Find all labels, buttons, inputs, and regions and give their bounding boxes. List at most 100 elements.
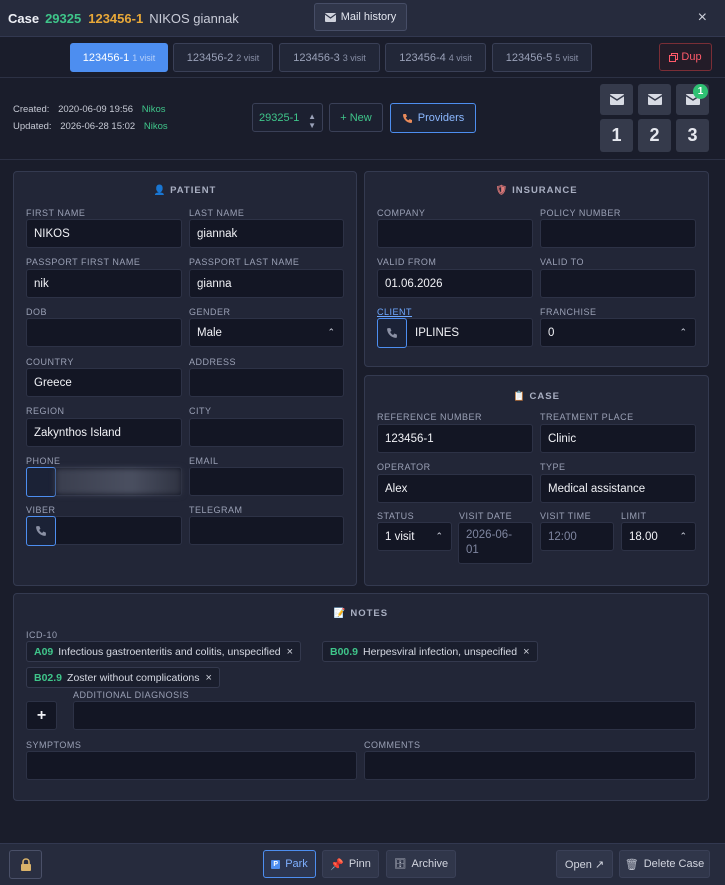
lock-button[interactable] (9, 850, 42, 879)
diagnosis-code: B02.9 (34, 671, 63, 684)
tab-label: 123456-4 (399, 51, 446, 64)
additional-diagnosis-label: ADDITIONAL DIAGNOSIS (73, 690, 190, 700)
case-select[interactable]: 29325-1 ▲ ▼ (252, 103, 323, 132)
mail-button-1[interactable] (600, 84, 633, 115)
pinn-label: Pinn (348, 858, 371, 870)
last-name-input[interactable]: giannak (189, 219, 344, 248)
park-button[interactable]: P Park (263, 850, 316, 878)
franchise-value: 0 (548, 326, 555, 339)
insurance-heading-label: INSURANCE (512, 185, 578, 196)
open-button[interactable]: Open ↗ (556, 850, 613, 878)
dob-input[interactable] (26, 318, 182, 347)
mail-button-2[interactable] (638, 84, 671, 115)
pinn-button[interactable]: 📌 Pinn (322, 850, 379, 878)
number-button-1[interactable]: 1 (600, 119, 633, 152)
address-input[interactable] (189, 368, 344, 397)
region-label: REGION (26, 406, 65, 416)
viber-label: VIBER (26, 505, 56, 515)
tab-visit-4[interactable]: 123456-4 4 visit (385, 43, 486, 72)
mail-icon (609, 94, 624, 105)
created-user: Nikos (141, 104, 166, 115)
company-input[interactable] (377, 219, 533, 248)
diagnosis-chip: B00.9 Herpesviral infection, unspecified… (322, 641, 538, 662)
tab-visit-2[interactable]: 123456-2 2 visit (173, 43, 273, 72)
region-input[interactable]: Zakynthos Island (26, 418, 182, 447)
remove-icon[interactable]: × (287, 646, 293, 658)
limit-input[interactable]: 18.00 ⌃ (621, 522, 696, 551)
visit-time-input[interactable]: 12:00 (540, 522, 614, 551)
archive-button[interactable]: 🗄 Archive (386, 850, 456, 878)
add-diagnosis-button[interactable]: + (26, 701, 57, 730)
phone-redacted (55, 468, 182, 495)
gender-select[interactable]: Male ⌃ (189, 318, 344, 347)
phone-call-button[interactable] (26, 467, 56, 497)
mail-history-button[interactable]: Mail history (314, 3, 407, 31)
telegram-input[interactable] (189, 516, 344, 545)
treatment-label: TREATMENT PLACE (540, 412, 634, 422)
remove-icon[interactable]: × (523, 646, 529, 658)
status-label: STATUS (377, 511, 415, 521)
comments-input[interactable] (364, 751, 696, 780)
delete-case-button[interactable]: 🗑 Delete Case (619, 850, 710, 878)
tab-visit-3[interactable]: 123456-3 3 visit (279, 43, 380, 72)
type-input[interactable]: Medical assistance (540, 474, 696, 503)
country-input[interactable]: Greece (26, 368, 182, 397)
tab-visit-1[interactable]: 123456-1 1 visit (70, 43, 168, 72)
case-select-value: 29325-1 (259, 111, 300, 124)
visit-date-input[interactable]: 2026-06- 01 (458, 522, 533, 564)
email-label: EMAIL (189, 456, 219, 466)
footer-bar: P Park 📌 Pinn 🗄 Archive Open ↗ 🗑 Delete … (0, 843, 725, 885)
policy-input[interactable] (540, 219, 696, 248)
additional-diagnosis-input[interactable] (73, 701, 696, 730)
treatment-input[interactable]: Clinic (540, 424, 696, 453)
passport-first-input[interactable]: nik (26, 269, 182, 298)
case-number: 29325 (45, 10, 82, 26)
first-name-input[interactable]: NIKOS (26, 219, 182, 248)
email-input[interactable] (189, 467, 344, 496)
symptoms-label: SYMPTOMS (26, 740, 82, 750)
number-button-2[interactable]: 2 (638, 119, 671, 152)
phone-icon (402, 113, 412, 123)
number-button-3[interactable]: 3 (676, 119, 709, 152)
reference-input[interactable]: 123456-1 (377, 424, 533, 453)
lock-icon (20, 857, 31, 871)
shield-icon: 🛡 (495, 185, 509, 196)
remove-icon[interactable]: × (206, 672, 212, 684)
duplicate-button[interactable]: Dup (659, 43, 712, 71)
passport-last-input[interactable]: gianna (189, 269, 344, 298)
chevron-updown-icon: ▲ ▼ (308, 112, 316, 130)
title-prefix: Case (8, 10, 40, 26)
tab-label: 123456-5 (505, 51, 553, 64)
diagnosis-chip: A09 Infectious gastroenteritis and colit… (26, 641, 302, 662)
client-call-button[interactable] (377, 318, 407, 348)
comments-label: COMMENTS (364, 740, 421, 750)
providers-button[interactable]: Providers (390, 103, 476, 133)
archive-label: Archive (411, 858, 449, 870)
new-case-button[interactable]: + New (329, 103, 383, 132)
symptoms-input[interactable] (26, 751, 357, 780)
franchise-select[interactable]: 0 ⌃ (540, 318, 696, 347)
valid-from-label: VALID FROM (377, 257, 437, 267)
close-button[interactable]: × (698, 9, 707, 27)
updated-row: Updated: 2026-06-28 15:02 Nikos (13, 121, 168, 132)
tab-label: 123456-3 (293, 51, 340, 64)
status-select[interactable]: 1 visit ⌃ (377, 522, 452, 551)
city-input[interactable] (189, 418, 344, 447)
providers-label: Providers (417, 112, 465, 124)
created-label: Created: (13, 104, 50, 115)
operator-label: OPERATOR (377, 462, 431, 472)
tab-visit-5[interactable]: 123456-5 5 visit (492, 43, 592, 72)
trash-icon: 🗑 (624, 858, 639, 871)
last-name-label: LAST NAME (189, 208, 245, 218)
icd-label: ICD-10 (26, 630, 58, 640)
client-label[interactable]: CLIENT (377, 307, 412, 317)
valid-from-input[interactable]: 01.06.2026 (377, 269, 533, 298)
tab-sub: 4 visit (448, 52, 472, 63)
archive-icon: 🗄 (393, 858, 407, 870)
viber-call-button[interactable] (26, 516, 56, 546)
updated-label: Updated: (13, 121, 52, 132)
dob-label: DOB (26, 307, 48, 317)
operator-input[interactable]: Alex (377, 474, 533, 503)
valid-to-input[interactable] (540, 269, 696, 298)
memo-icon: 📝 (333, 608, 347, 619)
